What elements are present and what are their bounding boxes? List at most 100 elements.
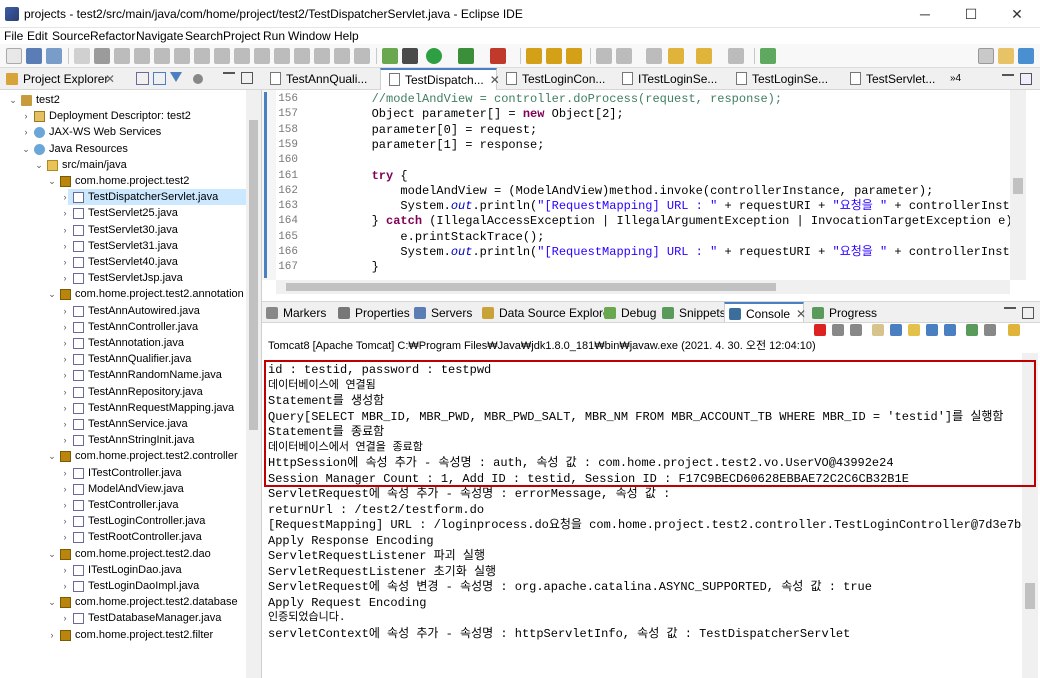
use-step-filters-icon[interactable] xyxy=(254,48,270,64)
expand-down-icon[interactable]: ⌄ xyxy=(47,286,57,302)
tree-item[interactable]: ⌄ src/main/java xyxy=(0,157,246,173)
expand-down-icon[interactable]: ⌄ xyxy=(47,594,57,610)
tree-item[interactable]: › TestAnnQualifier.java xyxy=(0,351,246,367)
expand-right-icon[interactable]: › xyxy=(60,432,70,448)
menu-window[interactable]: Window xyxy=(288,28,331,44)
external-tools-icon[interactable] xyxy=(490,48,506,64)
expand-right-icon[interactable]: › xyxy=(60,513,70,529)
tree-item[interactable]: › TestAnnRepository.java xyxy=(0,384,246,400)
menu-navigate[interactable]: Navigate xyxy=(136,28,183,44)
menu-refactor[interactable]: Refactor xyxy=(90,28,135,44)
maximize-button[interactable]: ☐ xyxy=(948,0,994,28)
tree-item[interactable]: ⌄ Java Resources xyxy=(0,141,246,157)
block-selection-icon[interactable] xyxy=(334,48,350,64)
expand-right-icon[interactable]: › xyxy=(60,384,70,400)
expand-right-icon[interactable]: › xyxy=(60,497,70,513)
new-java-project-icon[interactable] xyxy=(526,48,542,64)
forward-icon[interactable] xyxy=(728,48,744,64)
tree-item[interactable]: › TestDatabaseManager.java xyxy=(0,610,246,626)
console-output[interactable]: id : testid, password : testpwd 데이터베이스에 연… xyxy=(262,353,1022,678)
maximize-panel-icon[interactable] xyxy=(1022,307,1034,319)
tree-item[interactable]: › TestLoginController.java xyxy=(0,513,246,529)
minimize-editor-icon[interactable] xyxy=(1002,74,1014,84)
tree-item[interactable]: › TestAnnRandomName.java xyxy=(0,367,246,383)
scroll-lock-icon[interactable] xyxy=(890,324,902,336)
java-ee-perspective-icon[interactable] xyxy=(998,48,1014,64)
tree-item[interactable]: › TestDispatcherServlet.java xyxy=(64,189,246,206)
more-tabs-button[interactable]: »4 xyxy=(950,68,990,90)
show-stdout-icon[interactable] xyxy=(926,324,938,336)
expand-right-icon[interactable]: › xyxy=(60,578,70,594)
explorer-scrollbar[interactable] xyxy=(246,90,261,678)
minimize-button[interactable]: ─ xyxy=(902,0,948,28)
code-editor[interactable]: 156 //modelAndView = controller.doProces… xyxy=(262,90,1040,296)
expand-right-icon[interactable]: › xyxy=(60,400,70,416)
whitespace-icon[interactable] xyxy=(354,48,370,64)
debug-perspective-icon[interactable] xyxy=(1018,48,1034,64)
tab-snippets[interactable]: Snippets xyxy=(658,304,726,324)
editor-vertical-scrollbar[interactable] xyxy=(1010,90,1026,280)
expand-down-icon[interactable]: ⌄ xyxy=(47,546,57,562)
minimize-panel-icon[interactable] xyxy=(1004,307,1016,319)
close-tab-icon[interactable]: ✕ xyxy=(796,307,806,321)
console-scrollbar[interactable] xyxy=(1022,353,1038,678)
expand-right-icon[interactable]: › xyxy=(60,222,70,238)
expand-right-icon[interactable]: › xyxy=(60,481,70,497)
tree-item[interactable]: › TestAnnController.java xyxy=(0,319,246,335)
search-icon[interactable] xyxy=(596,48,612,64)
menu-edit[interactable]: Edit xyxy=(27,28,48,44)
expand-right-icon[interactable]: › xyxy=(60,610,70,626)
tree-item[interactable]: › TestLoginDaoImpl.java xyxy=(0,578,246,594)
pin-editor-icon[interactable] xyxy=(760,48,776,64)
tree-item[interactable]: › TestServlet40.java xyxy=(0,254,246,270)
filter-icon[interactable] xyxy=(170,72,182,84)
expand-right-icon[interactable]: › xyxy=(21,124,31,140)
new-class-icon[interactable] xyxy=(566,48,582,64)
project-explorer-tab[interactable]: Project Explorer ✕ xyxy=(0,68,262,90)
new-package-icon[interactable] xyxy=(546,48,562,64)
menu-project[interactable]: Project xyxy=(223,28,260,44)
tree-item[interactable]: ⌄ com.home.project.test2 xyxy=(0,173,246,189)
tree-item[interactable]: › TestAnnService.java xyxy=(0,416,246,432)
toggle-mark-icon[interactable] xyxy=(314,48,330,64)
expand-right-icon[interactable]: › xyxy=(60,562,70,578)
step-over-icon[interactable] xyxy=(194,48,210,64)
back-icon[interactable] xyxy=(696,48,712,64)
tab-properties[interactable]: Properties xyxy=(334,304,410,324)
expand-right-icon[interactable]: › xyxy=(60,189,70,205)
tree-item[interactable]: › JAX-WS Web Services xyxy=(0,124,246,140)
expand-right-icon[interactable]: › xyxy=(60,270,70,286)
expand-right-icon[interactable]: › xyxy=(60,238,70,254)
tab-test-servlet[interactable]: TestServlet... xyxy=(842,68,952,90)
server-icon[interactable] xyxy=(402,48,418,64)
tab-test-dispatcher-servlet[interactable]: TestDispatch... ✕ xyxy=(380,68,500,90)
tab-progress[interactable]: Progress xyxy=(808,304,886,324)
menu-run[interactable]: Run xyxy=(263,28,285,44)
skip-breakpoints-icon[interactable] xyxy=(94,48,110,64)
tree-item[interactable]: › TestAnnotation.java xyxy=(0,335,246,351)
tree-item[interactable]: › TestAnnAutowired.java xyxy=(0,303,246,319)
tree-item[interactable]: › TestServlet31.java xyxy=(0,238,246,254)
tree-item[interactable]: ⌄ com.home.project.test2.dao xyxy=(0,546,246,562)
close-button[interactable]: ✕ xyxy=(994,0,1040,28)
tree-item[interactable]: › com.home.project.test2.filter xyxy=(0,627,246,643)
terminate-console-icon[interactable] xyxy=(814,324,826,336)
save-icon[interactable] xyxy=(26,48,42,64)
clear-console-icon[interactable] xyxy=(872,324,884,336)
expand-down-icon[interactable]: ⌄ xyxy=(47,448,57,464)
expand-right-icon[interactable]: › xyxy=(60,205,70,221)
pin-console-icon[interactable] xyxy=(966,324,978,336)
expand-down-icon[interactable]: ⌄ xyxy=(34,157,44,173)
open-console-icon[interactable] xyxy=(1008,324,1020,336)
tree-item[interactable]: ⌄ com.home.project.test2.controller xyxy=(0,448,246,464)
expand-down-icon[interactable]: ⌄ xyxy=(21,141,31,157)
expand-down-icon[interactable]: ⌄ xyxy=(47,173,57,189)
annotation-prev-icon[interactable] xyxy=(646,48,662,64)
tab-markers[interactable]: Markers xyxy=(262,304,334,324)
tab-servers[interactable]: Servers xyxy=(410,304,478,324)
expand-right-icon[interactable]: › xyxy=(60,303,70,319)
tab-test-ann-qualifier[interactable]: TestAnnQuali... xyxy=(262,68,380,90)
debug-run-icon[interactable] xyxy=(382,48,398,64)
open-perspective-icon[interactable] xyxy=(978,48,994,64)
drop-frame-icon[interactable] xyxy=(234,48,250,64)
